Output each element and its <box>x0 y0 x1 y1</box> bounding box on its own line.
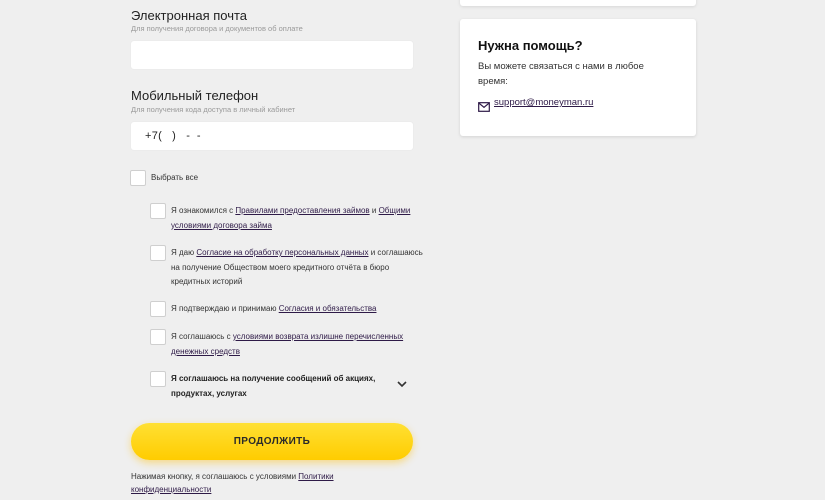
consent-text-marketing: Я соглашаюсь на получение сообщений об а… <box>171 374 376 398</box>
support-email-link[interactable]: support@moneyman.ru <box>494 97 593 108</box>
select-all-label: Выбрать все <box>151 173 199 182</box>
rules-link[interactable]: Правилами предоставления займов <box>235 206 369 215</box>
help-title: Нужна помощь? <box>478 38 583 53</box>
mail-icon <box>478 99 490 112</box>
email-hint: Для получения договора и документов об о… <box>131 24 303 33</box>
consent-checkbox-personal-data[interactable] <box>150 245 166 261</box>
select-all-checkbox[interactable] <box>130 170 146 186</box>
consent-checkbox-refund[interactable] <box>150 329 166 345</box>
personal-data-link[interactable]: Согласие на обработку персональных данны… <box>196 248 368 257</box>
help-card: Нужна помощь? Вы можете связаться с нами… <box>460 19 696 136</box>
consent-text-rules: Я ознакомился с Правилами предоставления… <box>171 206 411 230</box>
email-field[interactable] <box>131 41 413 69</box>
phone-value: +7( ) - - <box>145 130 201 142</box>
continue-button[interactable]: ПРОДОЛЖИТЬ <box>131 423 413 460</box>
email-title: Электронная почта <box>131 8 248 23</box>
privacy-footnote: Нажимая кнопку, я соглашаюсь с условиями… <box>131 472 334 494</box>
phone-field[interactable]: +7( ) - - <box>131 122 413 150</box>
consent-text-personal-data: Я даю Согласие на обработку персональных… <box>171 248 423 286</box>
consent-checkbox-obligations[interactable] <box>150 301 166 317</box>
obligations-link[interactable]: Согласия и обязательства <box>279 304 377 313</box>
consent-checkbox-rules[interactable] <box>150 203 166 219</box>
phone-title: Мобильный телефон <box>131 88 259 103</box>
phone-hint: Для получения кода доступа в личный каби… <box>131 105 296 114</box>
chevron-down-icon[interactable] <box>396 376 408 388</box>
consent-text-refund: Я соглашаюсь с условиями возврата излишн… <box>171 332 404 356</box>
consent-text-obligations: Я подтверждаю и принимаю Согласия и обяз… <box>171 304 377 313</box>
consent-checkbox-marketing[interactable] <box>150 371 166 387</box>
help-text: Вы можете связаться с нами в любое время… <box>478 61 644 87</box>
top-card-fragment <box>460 0 696 6</box>
